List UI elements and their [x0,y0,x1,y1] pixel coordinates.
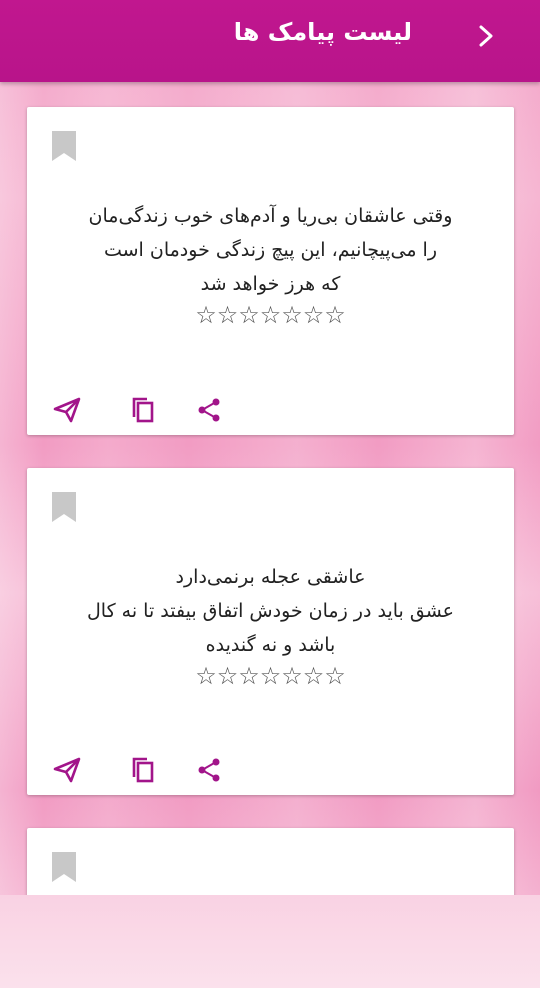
bottom-background [0,895,540,988]
share-button[interactable] [194,395,224,425]
rating-stars[interactable]: ☆☆☆☆☆☆☆ [27,301,514,329]
send-icon [53,757,81,783]
share-button[interactable] [194,755,224,785]
chevron-right-icon [479,25,493,47]
bookmark-icon[interactable] [52,492,76,522]
rating-stars[interactable]: ☆☆☆☆☆☆☆ [27,662,514,690]
sms-line: که هرز خواهد شد [200,273,341,295]
sms-line: وقتی عاشقان بی‌ریا و آدم‌های خوب زندگی‌م… [88,205,453,227]
sms-line: باشد و نه گندیده [205,634,336,656]
copy-button[interactable] [128,755,158,785]
sms-line: را می‌پیچانیم، این پیچ زندگی خودمان است [103,239,437,261]
sms-card: وقتی عاشقان بی‌ریا و آدم‌های خوب زندگی‌م… [27,107,514,435]
share-icon [198,758,220,782]
send-icon [53,397,81,423]
sms-text: عاشقی عجله برنمی‌دارد عشق باید در زمان خ… [57,560,484,662]
bookmark-icon[interactable] [52,852,76,882]
send-button[interactable] [52,395,82,425]
send-button[interactable] [52,755,82,785]
copy-button[interactable] [128,395,158,425]
card-actions [27,395,227,425]
page-title: لیست پیامک ها [233,18,412,46]
card-actions [27,755,227,785]
back-button[interactable] [472,22,500,50]
bookmark-icon[interactable] [52,131,76,161]
share-icon [198,398,220,422]
copy-icon [132,397,154,423]
sms-line: عاشقی عجله برنمی‌دارد [175,566,366,588]
sms-text: وقتی عاشقان بی‌ریا و آدم‌های خوب زندگی‌م… [57,199,484,301]
sms-card: عاشقی عجله برنمی‌دارد عشق باید در زمان خ… [27,468,514,795]
app-bar: لیست پیامک ها [0,0,540,82]
copy-icon [132,757,154,783]
sms-line: عشق باید در زمان خودش اتفاق بیفتد تا نه … [86,600,454,622]
